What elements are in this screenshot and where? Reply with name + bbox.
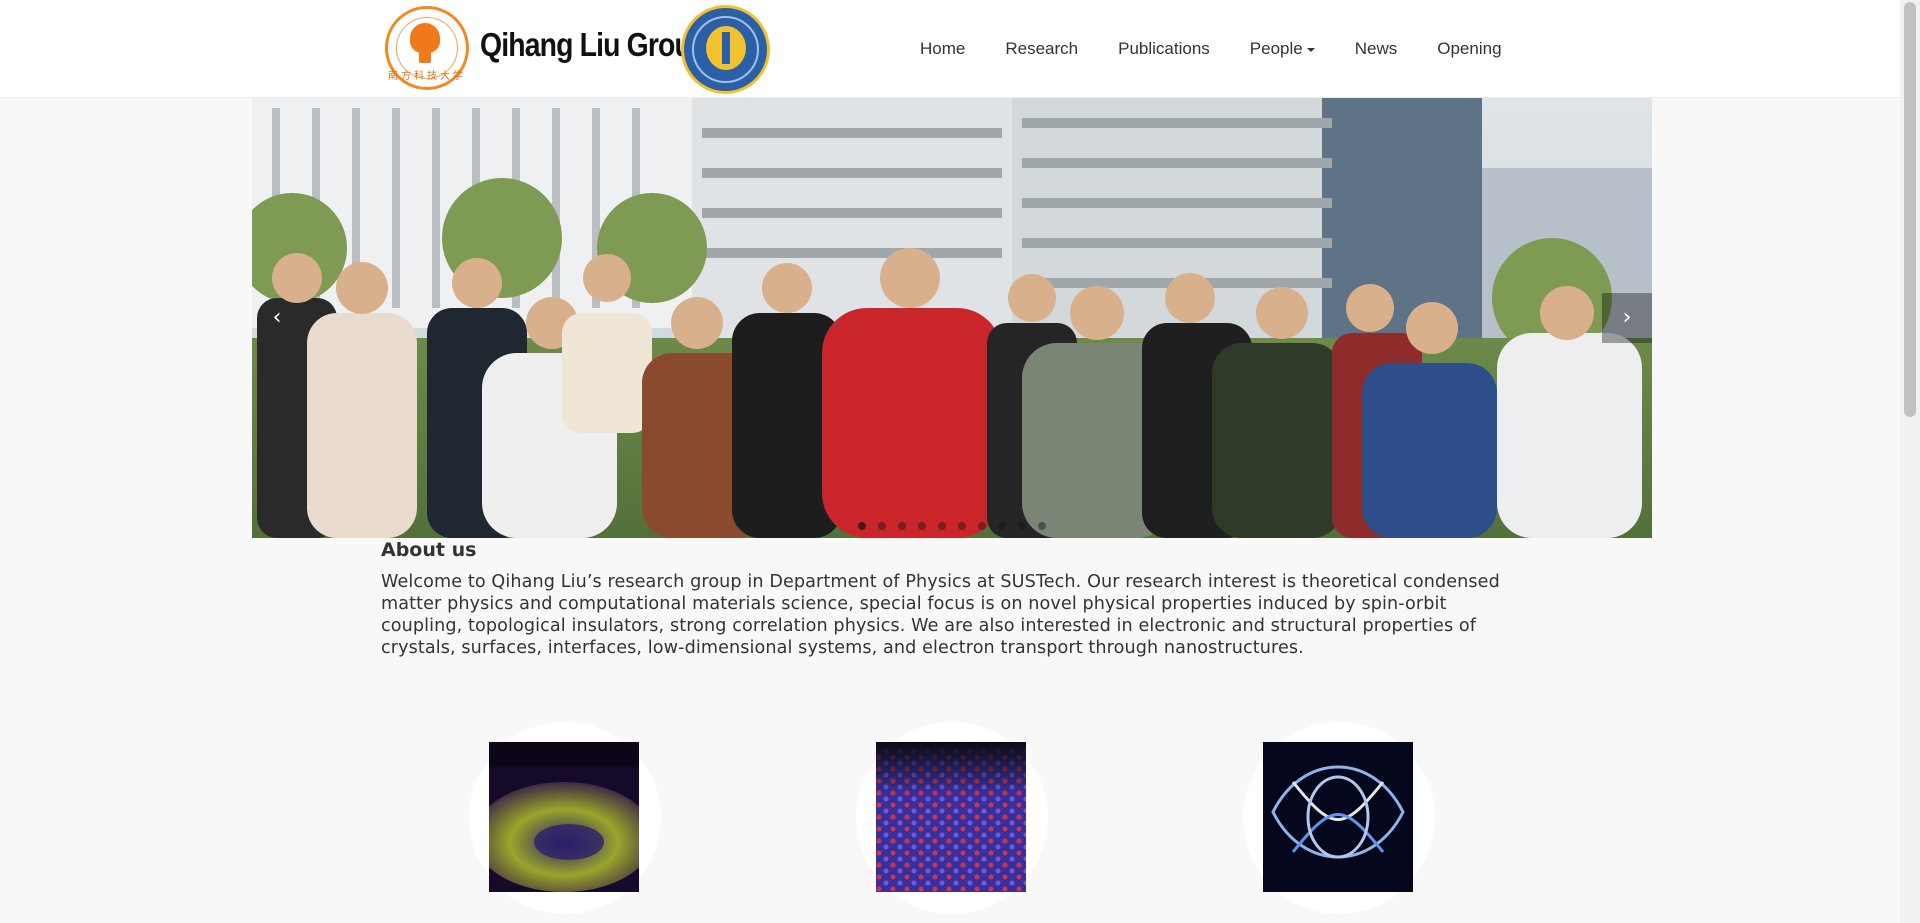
about-text: Welcome to Qihang Liu’s research group i… xyxy=(381,572,1500,658)
sustech-logo[interactable]: 南方科技大学 xyxy=(385,6,469,90)
carousel-indicator[interactable] xyxy=(1038,522,1046,530)
research-card[interactable] xyxy=(856,722,1048,914)
carousel-indicator[interactable] xyxy=(998,522,1006,530)
department-logo[interactable] xyxy=(681,5,770,94)
carousel-prev-button[interactable]: ‹ xyxy=(252,293,302,343)
band-structure-image[interactable] xyxy=(489,742,639,892)
chevron-down-icon xyxy=(1306,47,1315,52)
scrollbar-thumb[interactable] xyxy=(1904,2,1916,417)
carousel-indicator[interactable] xyxy=(918,522,926,530)
research-card[interactable] xyxy=(469,722,661,914)
lattice-image[interactable] xyxy=(876,742,1026,892)
site-brand[interactable]: Qihang Liu Group xyxy=(480,26,708,64)
carousel-indicator[interactable] xyxy=(898,522,906,530)
top-navbar: 南方科技大学 Qihang Liu Group Home Research Pu… xyxy=(0,0,1900,98)
carousel-next-button[interactable]: › xyxy=(1602,293,1652,343)
nav-publications[interactable]: Publications xyxy=(1098,0,1230,97)
nav-home[interactable]: Home xyxy=(900,0,985,97)
light-loops-image[interactable] xyxy=(1263,742,1413,892)
carousel-indicator[interactable] xyxy=(878,522,886,530)
group-photo xyxy=(252,98,1652,538)
nav-people-label: People xyxy=(1249,39,1303,58)
carousel-indicator[interactable] xyxy=(1018,522,1026,530)
carousel-indicator[interactable] xyxy=(938,522,946,530)
page-scrollbar[interactable] xyxy=(1900,0,1920,923)
research-card[interactable] xyxy=(1243,722,1435,914)
nav-people[interactable]: People xyxy=(1230,0,1335,97)
emblem-icon xyxy=(706,26,746,70)
carousel-indicator[interactable] xyxy=(958,522,966,530)
main-nav: Home Research Publications People News O… xyxy=(900,0,1522,97)
nav-opening[interactable]: Opening xyxy=(1417,0,1521,97)
torch-icon xyxy=(410,23,440,63)
nav-news[interactable]: News xyxy=(1335,0,1418,97)
about-heading: About us xyxy=(381,539,477,561)
carousel-indicator[interactable] xyxy=(858,522,866,530)
logo-text: 南方科技大学 xyxy=(388,71,466,82)
carousel-indicator[interactable] xyxy=(978,522,986,530)
carousel-indicators xyxy=(252,515,1652,534)
nav-research[interactable]: Research xyxy=(985,0,1098,97)
hero-carousel[interactable]: ‹ › xyxy=(252,98,1652,538)
